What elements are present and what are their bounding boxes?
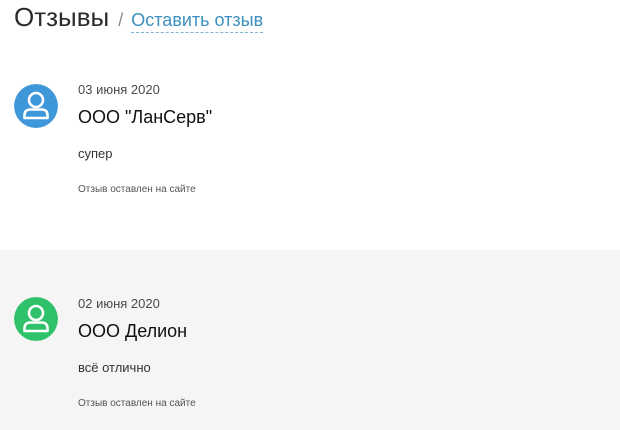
review-author: ООО "ЛанСерв": [78, 107, 213, 127]
reviews-header: Отзывы / Оставить отзыв: [14, 2, 264, 33]
review-source: Отзыв оставлен на сайте: [78, 184, 196, 195]
breadcrumb-separator: /: [118, 10, 124, 30]
user-icon: [14, 84, 58, 128]
reviews-page: Отзывы / Оставить отзыв 03 июня 2020 ООО…: [0, 0, 620, 430]
user-icon: [14, 297, 58, 341]
review-source: Отзыв оставлен на сайте: [78, 398, 196, 409]
review-content: 03 июня 2020 ООО "ЛанСерв" супер Отзыв о…: [78, 82, 600, 196]
review-date: 03 июня 2020: [78, 82, 160, 97]
review-content: 02 июня 2020 ООО Делион всё отлично Отзы…: [78, 296, 600, 410]
review-text: супер: [78, 146, 113, 161]
page-title: Отзывы: [14, 2, 110, 32]
avatar: [14, 297, 58, 341]
leave-review-link[interactable]: Оставить отзыв: [131, 10, 264, 33]
review-item: 02 июня 2020 ООО Делион всё отлично Отзы…: [0, 250, 620, 430]
review-text: всё отлично: [78, 360, 151, 375]
avatar: [14, 84, 58, 128]
review-item: 03 июня 2020 ООО "ЛанСерв" супер Отзыв о…: [0, 62, 620, 250]
review-author: ООО Делион: [78, 321, 188, 341]
review-date: 02 июня 2020: [78, 296, 160, 311]
